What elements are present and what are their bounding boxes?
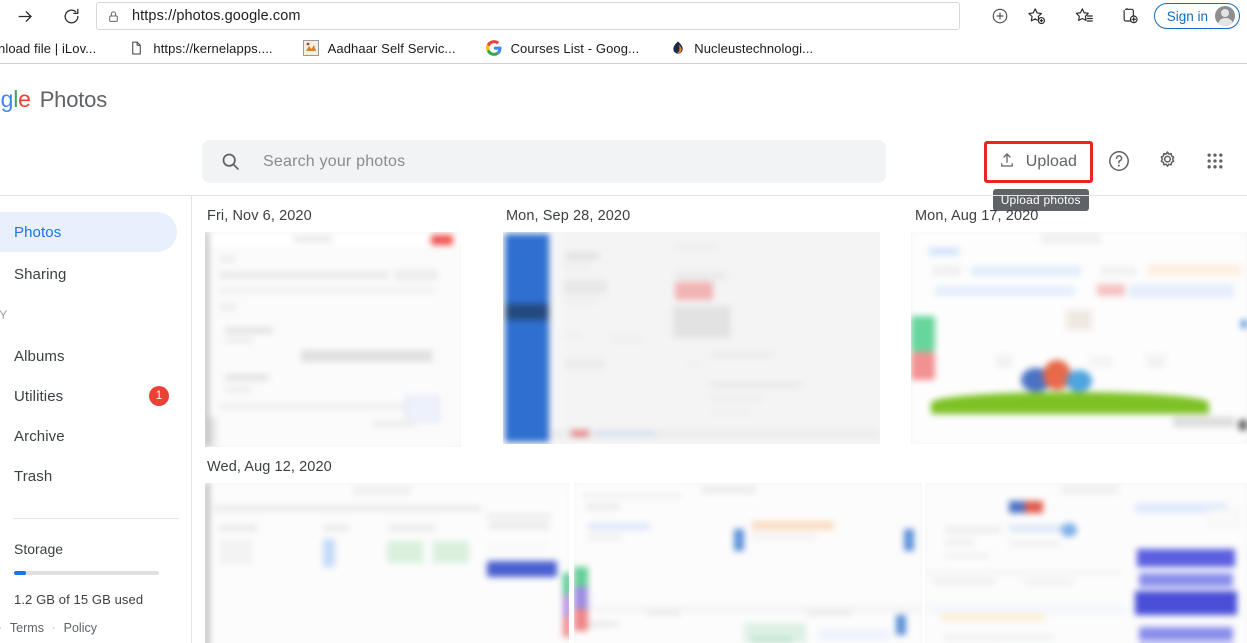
arrow-right-icon (18, 10, 32, 22)
bookmarks-bar: nload file | iLov... https://kernelapps.… (0, 32, 1247, 64)
photo-thumbnail[interactable] (574, 483, 922, 643)
upload-button-label: Upload (1025, 153, 1077, 170)
browser-chrome: https://photos.google.com Sign in nload … (0, 0, 1247, 64)
thumbnail-preview (925, 483, 1247, 643)
photo-thumbnail[interactable] (205, 232, 461, 447)
bookmark-label: Courses List - Goog... (510, 40, 640, 56)
upload-highlight-box: Upload (983, 141, 1093, 183)
sign-in-button[interactable]: Sign in (1153, 3, 1240, 29)
bookmark-label: https://kernelapps.... (153, 40, 273, 56)
reload-button[interactable] (54, 1, 88, 31)
storage-section: Storage 1.2 GB of 15 GB used (0, 519, 191, 607)
upload-button[interactable]: Upload (987, 145, 1089, 179)
photo-grid: Fri, Nov 6, 2020 Mon, Sep 28, 2020 Mon, … (193, 196, 1247, 643)
date-header: Mon, Aug 17, 2020 (915, 208, 1039, 224)
storage-progress-bar (14, 571, 159, 575)
help-circle-icon (1107, 149, 1131, 176)
reload-icon (64, 8, 78, 23)
upload-icon (998, 151, 1016, 174)
settings-button[interactable] (1145, 140, 1189, 184)
photo-thumbnail[interactable] (925, 483, 1247, 643)
sidebar-item-albums[interactable]: Albums (0, 336, 177, 376)
search-placeholder: Search your photos (263, 152, 406, 170)
logo-letter-g: g (0, 86, 14, 112)
add-favorite-icon[interactable] (1018, 1, 1054, 31)
aadhaar-icon (303, 40, 320, 57)
storage-title: Storage (14, 541, 64, 557)
utilities-badge: 1 (149, 386, 169, 406)
aadhaar-glyph (303, 40, 320, 56)
upload-control: Upload Upload photos (983, 141, 1093, 211)
bookmark-item[interactable]: nload file | iLov... (0, 36, 104, 60)
search-input[interactable]: Search your photos (202, 140, 886, 183)
sidebar-footer: y · Terms · Policy (0, 621, 97, 635)
thumbnail-preview (911, 232, 1247, 444)
logo-letter-e: e (18, 86, 31, 112)
sidebar: Photos Sharing RY Albums Utilities 1 Arc… (0, 196, 192, 643)
date-header: Mon, Sep 28, 2020 (506, 208, 631, 224)
bookmark-item[interactable]: https://kernelapps.... (120, 36, 280, 60)
photo-thumbnail[interactable] (503, 232, 880, 444)
bookmark-label: Aadhaar Self Servic... (327, 40, 456, 56)
sidebar-item-label: Albums (14, 347, 65, 365)
add-circle-icon[interactable] (982, 1, 1018, 31)
bookmark-item[interactable]: Courses List - Goog... (478, 36, 648, 60)
address-bar-url: https://photos.google.com (132, 8, 301, 24)
bookmark-item[interactable]: Nucleustechnologi... (661, 36, 821, 60)
google-g-icon (486, 40, 503, 57)
date-header: Wed, Aug 12, 2020 (207, 459, 332, 475)
help-button[interactable] (1097, 140, 1141, 184)
thumbnail-preview (574, 483, 922, 643)
terms-link[interactable]: Terms (10, 621, 44, 635)
app-header: o g l e Photos Search your photos (0, 64, 1247, 211)
storage-progress-fill (14, 571, 26, 575)
sidebar-item-trash[interactable]: Trash (0, 456, 177, 496)
sidebar-section-label: RY (0, 308, 9, 322)
sidebar-item-label: Photos (14, 223, 62, 241)
browser-toolbar-icons: Sign in (982, 0, 1247, 32)
sidebar-item-photos[interactable]: Photos (0, 212, 177, 252)
account-avatar-icon (1215, 6, 1235, 26)
sign-in-label: Sign in (1166, 8, 1208, 24)
sidebar-item-sharing[interactable]: Sharing (0, 254, 177, 294)
date-header: Fri, Nov 6, 2020 (207, 208, 312, 224)
lock-icon (107, 9, 120, 24)
sidebar-item-archive[interactable]: Archive (0, 416, 177, 456)
google-photos-logo: o g l e Photos (0, 86, 107, 113)
sidebar-item-label: Utilities (14, 387, 64, 405)
thumbnail-preview (205, 483, 569, 643)
sidebar-item-utilities[interactable]: Utilities 1 (0, 376, 177, 416)
apps-grid-icon (1205, 151, 1225, 174)
sidebar-item-label: Trash (14, 467, 53, 485)
address-bar[interactable]: https://photos.google.com (96, 2, 960, 30)
bookmark-label: Nucleustechnologi... (694, 40, 814, 56)
footer-separator: · (51, 622, 56, 634)
storage-usage-text: 1.2 GB of 15 GB used (14, 592, 144, 607)
nucleus-flame-icon (669, 40, 686, 57)
photo-thumbnail[interactable] (911, 232, 1247, 444)
search-icon (220, 151, 241, 172)
sidebar-item-label: Archive (14, 427, 65, 445)
collections-icon[interactable] (1112, 1, 1148, 31)
favorites-icon[interactable] (1066, 1, 1102, 31)
sidebar-item-label: Sharing (14, 265, 67, 283)
forward-button[interactable] (8, 1, 42, 31)
policy-link[interactable]: Policy (64, 621, 97, 635)
gear-icon (1156, 149, 1179, 175)
google-photos-app: o g l e Photos Search your photos (0, 64, 1247, 643)
footer-separator: · (0, 622, 2, 634)
header-actions: Upload Upload photos (983, 140, 1237, 211)
thumbnail-preview (205, 232, 461, 447)
browser-nav-row: https://photos.google.com Sign in (0, 0, 1247, 32)
google-apps-button[interactable] (1193, 140, 1237, 184)
thumbnail-preview (503, 232, 880, 444)
bookmark-item[interactable]: Aadhaar Self Servic... (295, 36, 464, 60)
bookmark-label: nload file | iLov... (0, 40, 97, 56)
logo-word-photos: Photos (39, 87, 107, 112)
page-icon (128, 40, 145, 57)
photo-thumbnail[interactable] (205, 483, 569, 643)
